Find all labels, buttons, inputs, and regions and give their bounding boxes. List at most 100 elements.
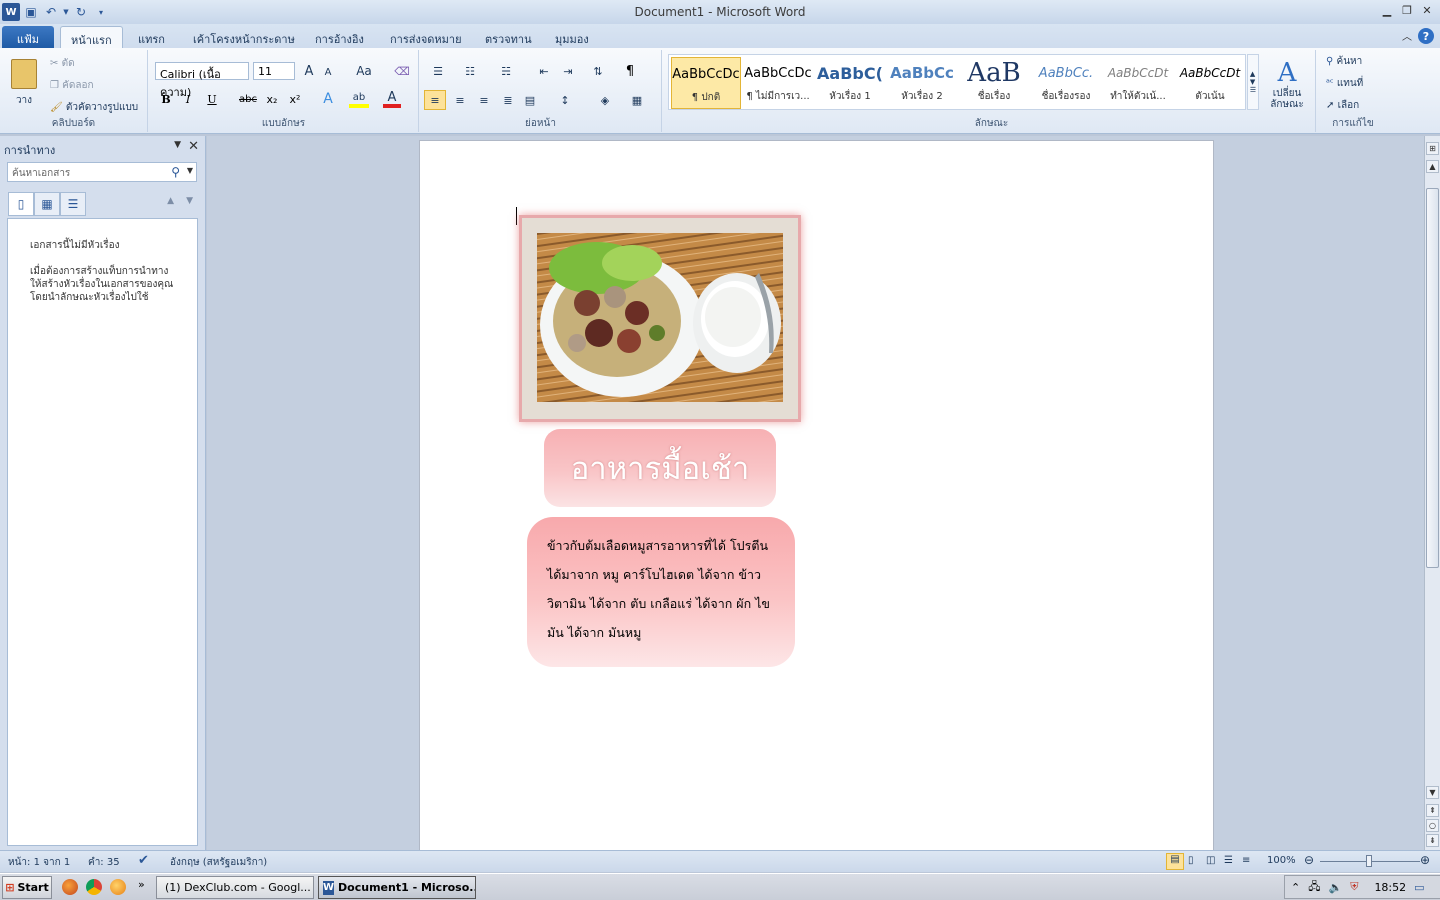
scroll-thumb[interactable] <box>1426 188 1439 568</box>
shading-icon[interactable]: ◈ <box>594 90 616 110</box>
browse-headings-tab[interactable]: ▯ <box>8 192 34 216</box>
nav-pane-close-icon[interactable]: ✕ <box>188 139 199 154</box>
strikethrough-button[interactable]: abc <box>237 90 259 108</box>
previous-page-icon[interactable]: ⇞ <box>1426 804 1439 817</box>
multilevel-list-icon[interactable]: ☵ <box>496 62 516 80</box>
firefox-icon[interactable] <box>62 879 78 895</box>
chrome-icon[interactable] <box>86 879 102 895</box>
cut-button[interactable]: ✂ ตัด <box>50 56 75 71</box>
paste-button[interactable]: วาง <box>6 54 42 112</box>
draft-view-icon[interactable]: ≡ <box>1242 855 1250 866</box>
search-dropdown-icon[interactable]: ▼ <box>187 166 193 175</box>
volume-icon[interactable]: 🔈 <box>1328 881 1342 894</box>
shrink-font-button[interactable]: A <box>321 64 335 80</box>
font-color-button[interactable]: A <box>383 90 401 108</box>
food-photo[interactable] <box>537 233 783 402</box>
select-button[interactable]: ➚ เลือก <box>1326 98 1359 113</box>
copy-button[interactable]: ❐ คัดลอก <box>50 78 94 93</box>
security-alert-icon[interactable]: ⛨ <box>1350 880 1358 894</box>
clock[interactable]: 18:52 <box>1374 881 1406 894</box>
taskbar-word-window[interactable]: W Document1 - Microso... <box>318 876 476 899</box>
zoom-in-icon[interactable]: ⊕ <box>1420 853 1430 867</box>
change-case-button[interactable]: Aa <box>353 62 375 80</box>
sort-icon[interactable]: ⇅ <box>588 62 608 80</box>
highlight-button[interactable]: ab <box>349 90 369 108</box>
tab-view[interactable]: มุมมอง <box>545 26 599 48</box>
proofing-icon[interactable]: ✔ <box>138 853 149 868</box>
language-indicator[interactable]: อังกฤษ (สหรัฐอเมริกา) <box>170 855 267 870</box>
tray-expand-icon[interactable]: ⌃ <box>1291 881 1300 894</box>
tab-mailings[interactable]: การส่งจดหมาย <box>380 26 472 48</box>
borders-icon[interactable]: ▦ <box>626 90 648 110</box>
web-layout-icon[interactable]: ◫ <box>1206 855 1215 866</box>
tab-page-layout[interactable]: เค้าโครงหน้ากระดาษ <box>183 26 305 48</box>
browse-pages-tab[interactable]: ▦ <box>34 192 60 216</box>
cursor-icon: ➚ <box>1326 100 1335 111</box>
network-icon[interactable]: 🖧 <box>1308 878 1320 897</box>
increase-indent-icon[interactable]: ⇥ <box>558 62 578 80</box>
tab-home[interactable]: หน้าแรก <box>60 26 123 48</box>
font-size-dropdown[interactable]: 11 <box>253 62 295 80</box>
page-count[interactable]: หน้า: 1 จาก 1 <box>8 855 70 870</box>
taskbar-chrome-window[interactable]: (1) DexClub.com - Googl... <box>156 876 314 899</box>
minimize-button[interactable]: ▁ <box>1378 2 1396 18</box>
zoom-level[interactable]: 100% <box>1267 855 1296 866</box>
align-left-icon[interactable]: ≡ <box>424 90 446 110</box>
outline-view-icon[interactable]: ☰ <box>1224 855 1233 866</box>
picture-frame[interactable] <box>519 215 801 422</box>
justify-icon[interactable]: ≣ <box>498 90 518 110</box>
tab-references[interactable]: การอ้างอิง <box>305 26 374 48</box>
italic-button[interactable]: I <box>179 90 197 108</box>
numbering-icon[interactable]: ☷ <box>460 62 480 80</box>
body-textbox[interactable]: ข้าวกับต้มเลือดหมูสารอาหารที่ได้ โปรตีน … <box>527 517 795 667</box>
zoom-slider-thumb[interactable] <box>1366 855 1372 867</box>
replace-button[interactable]: ᵃᶜ แทนที่ <box>1326 76 1363 91</box>
format-painter-button[interactable]: 🖌 ตัวคัดวางรูปแบบ <box>50 100 138 115</box>
subscript-button[interactable]: x₂ <box>263 90 281 108</box>
distributed-icon[interactable]: ▤ <box>520 90 540 110</box>
nav-pane-menu-icon[interactable]: ▼ <box>174 140 181 150</box>
full-screen-reading-icon[interactable]: ▯ <box>1188 855 1194 866</box>
select-browse-object-icon[interactable]: ○ <box>1426 819 1439 832</box>
previous-heading-icon[interactable]: ▲ <box>167 196 174 206</box>
decrease-indent-icon[interactable]: ⇤ <box>534 62 554 80</box>
start-button[interactable]: ⊞ Start <box>2 876 52 899</box>
font-name-dropdown[interactable]: Calibri (เนื้อความ) <box>155 62 249 99</box>
restore-button[interactable]: ❐ <box>1398 2 1416 18</box>
next-page-icon[interactable]: ⇟ <box>1426 834 1439 847</box>
underline-button[interactable]: U <box>203 90 221 108</box>
zoom-out-icon[interactable]: ⊖ <box>1304 853 1314 867</box>
text-effects-button[interactable]: A <box>319 90 337 108</box>
align-right-icon[interactable]: ≡ <box>474 90 494 110</box>
superscript-button[interactable]: x² <box>286 90 304 108</box>
browser-orb-icon[interactable] <box>110 879 126 895</box>
minimize-ribbon-icon[interactable]: ︿ <box>1402 28 1412 44</box>
find-button[interactable]: ⚲ ค้นหา <box>1326 54 1362 69</box>
grow-font-button[interactable]: A <box>301 62 317 80</box>
browse-results-tab[interactable]: ☰ <box>60 192 86 216</box>
close-button[interactable]: ✕ <box>1418 2 1436 18</box>
tab-review[interactable]: ตรวจทาน <box>475 26 542 48</box>
bold-button[interactable]: B <box>157 90 175 108</box>
clear-formatting-icon[interactable]: ⌫ <box>393 62 411 80</box>
align-center-icon[interactable]: ≡ <box>450 90 470 110</box>
vertical-scrollbar[interactable]: ⊞ ▲ ▼ ⇞ ○ ⇟ <box>1424 136 1440 850</box>
search-icon[interactable]: ⚲ <box>171 165 180 179</box>
show-desktop-icon[interactable]: ▭ <box>1414 881 1424 894</box>
help-icon[interactable]: ? <box>1418 28 1434 44</box>
ruler-toggle-icon[interactable]: ⊞ <box>1426 142 1439 155</box>
word-count[interactable]: คำ: 35 <box>88 855 120 870</box>
more-quicklaunch-icon[interactable]: » <box>138 878 145 891</box>
scroll-up-icon[interactable]: ▲ <box>1426 160 1439 173</box>
next-heading-icon[interactable]: ▼ <box>186 196 193 206</box>
heading-textbox[interactable]: อาหารมื้อเช้า <box>544 429 776 507</box>
show-marks-button[interactable]: ¶ <box>620 62 640 80</box>
line-spacing-icon[interactable]: ↕ <box>554 90 576 110</box>
document-page[interactable]: อาหารมื้อเช้า ข้าวกับต้มเลือดหมูสารอาหาร… <box>419 140 1214 860</box>
scroll-down-icon[interactable]: ▼ <box>1426 786 1439 799</box>
search-document-input[interactable]: ค้นหาเอกสาร ⚲ ▼ <box>7 162 197 182</box>
tab-insert[interactable]: แทรก <box>128 26 175 48</box>
bullets-icon[interactable]: ☰ <box>428 62 448 80</box>
tab-file[interactable]: แฟ้ม <box>2 26 54 48</box>
print-layout-view-icon[interactable]: ▤ <box>1166 853 1184 870</box>
